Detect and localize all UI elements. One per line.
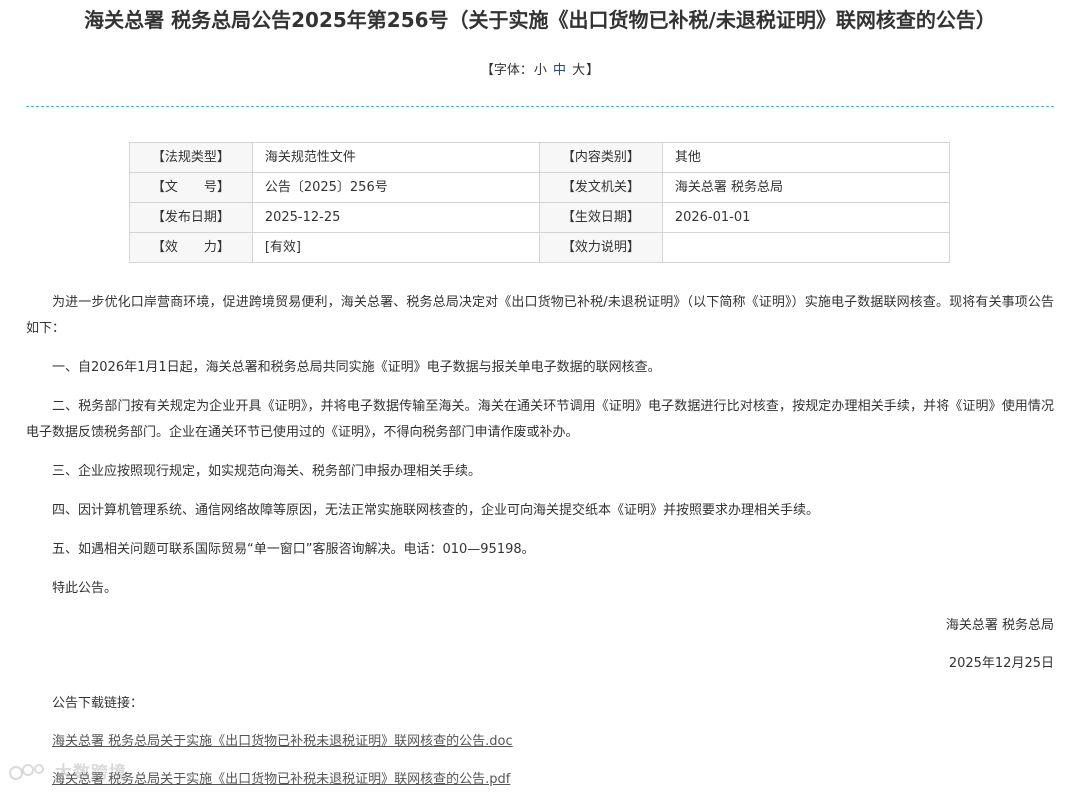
validity-label: 【效 力】 xyxy=(129,232,253,263)
download-links-label: 公告下载链接： xyxy=(52,696,144,711)
watermark-logo-icon xyxy=(9,764,44,780)
notice-page: 海关总署 税务总局公告2025年第256号（关于实施《出口货物已补税/未退税证明… xyxy=(0,0,1080,794)
document-number-value: 公告〔2025〕256号 xyxy=(251,172,541,203)
regulation-info-table: 【法规类型】 海关规范性文件 【内容类别】 其他 【文 号】 公告〔2025〕2… xyxy=(129,142,951,263)
table-row: 【文 号】 公告〔2025〕256号 【发文机关】 海关总署 税务总局 xyxy=(129,172,951,203)
font-size-small-button[interactable]: 小 xyxy=(534,63,547,78)
notice-body: 为进一步优化口岸营商环境，促进跨境贸易便利，海关总署、税务总局决定对《出口货物已… xyxy=(26,290,1054,615)
publish-date-label: 【发布日期】 xyxy=(129,202,253,233)
body-paragraph-4: 四、因计算机管理系统、通信网络故障等原因，无法正常实施联网核查的，企业可向海关提… xyxy=(52,503,820,518)
signature-date: 2025年12月25日 xyxy=(948,656,1054,671)
effective-date-value: 2026-01-01 xyxy=(661,202,951,233)
font-size-medium-button[interactable]: 中 xyxy=(553,63,566,78)
title-divider xyxy=(26,106,1054,107)
body-paragraph-3: 三、企业应按照现行规定，如实规范向海关、税务部门申报办理相关手续。 xyxy=(52,464,482,479)
body-paragraph-2: 二、税务部门按有关规定为企业开具《证明》，并将电子数据传输至海关。海关在通关环节… xyxy=(26,399,1054,440)
content-category-value: 其他 xyxy=(661,142,951,173)
font-size-prefix: 【字体： xyxy=(480,63,533,78)
body-paragraph-closing: 特此公告。 xyxy=(52,581,118,596)
table-row: 【效 力】 [有效] 【效力说明】 xyxy=(129,232,951,263)
validity-note-value xyxy=(661,232,951,263)
font-size-large-button[interactable]: 大 xyxy=(572,63,585,78)
signature-issuer: 海关总署 税务总局 xyxy=(945,618,1054,633)
document-number-label: 【文 号】 xyxy=(129,172,253,203)
regulation-type-label: 【法规类型】 xyxy=(129,142,253,173)
content-category-label: 【内容类别】 xyxy=(539,142,663,173)
page-title: 海关总署 税务总局公告2025年第256号（关于实施《出口货物已补税/未退税证明… xyxy=(84,8,996,32)
download-link-pdf[interactable]: 海关总署 税务总局关于实施《出口货物已补税未退税证明》联网核查的公告.pdf xyxy=(52,771,510,789)
validity-value: [有效] xyxy=(251,232,541,263)
download-link-doc[interactable]: 海关总署 税务总局关于实施《出口货物已补税未退税证明》联网核查的公告.doc xyxy=(52,733,513,751)
table-row: 【发布日期】 2025-12-25 【生效日期】 2026-01-01 xyxy=(129,202,951,233)
body-paragraph-5: 五、如遇相关问题可联系国际贸易“单一窗口”客服咨询解决。电话：010—95198… xyxy=(52,542,535,557)
body-paragraph-intro: 为进一步优化口岸营商环境，促进跨境贸易便利，海关总署、税务总局决定对《出口货物已… xyxy=(26,295,1054,336)
table-row: 【法规类型】 海关规范性文件 【内容类别】 其他 xyxy=(129,142,951,173)
font-size-suffix: 】 xyxy=(586,63,600,78)
regulation-type-value: 海关规范性文件 xyxy=(251,142,541,173)
issuing-authority-label: 【发文机关】 xyxy=(539,172,663,203)
validity-note-label: 【效力说明】 xyxy=(539,232,663,263)
publish-date-value: 2025-12-25 xyxy=(251,202,541,233)
font-size-switcher: 【字体：小 中 大】 xyxy=(0,62,1080,80)
issuing-authority-value: 海关总署 税务总局 xyxy=(661,172,951,203)
effective-date-label: 【生效日期】 xyxy=(539,202,663,233)
body-paragraph-1: 一、自2026年1月1日起，海关总署和税务总局共同实施《证明》电子数据与报关单电… xyxy=(52,360,661,375)
